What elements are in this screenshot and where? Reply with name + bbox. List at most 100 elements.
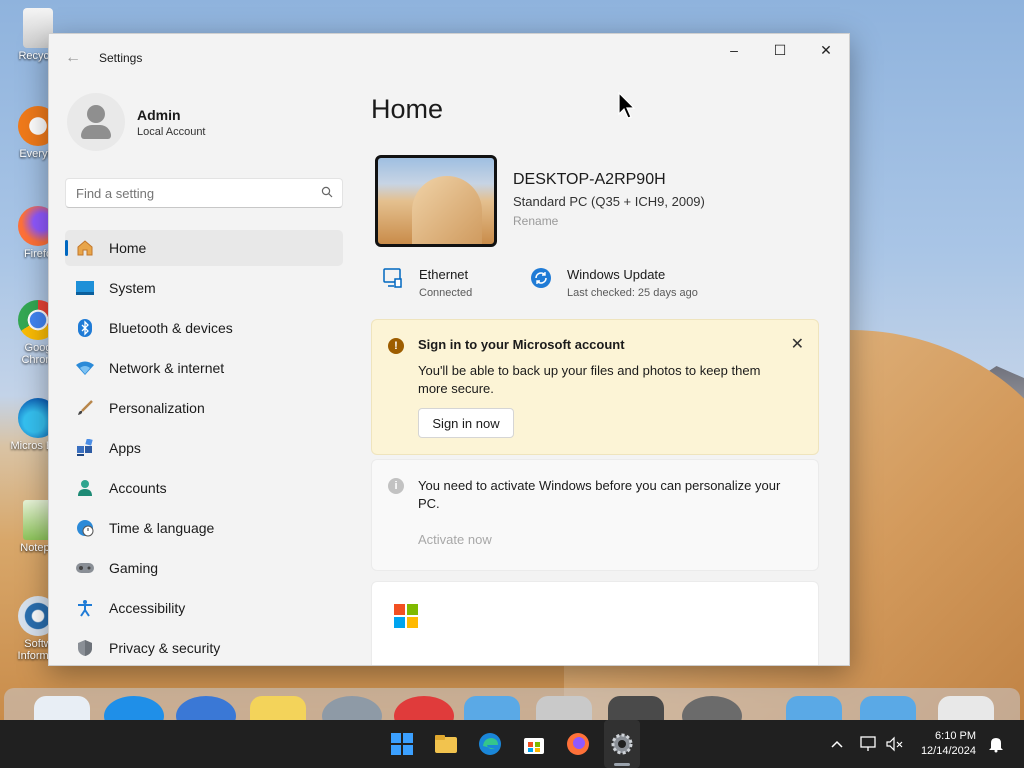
accounts-icon xyxy=(75,478,95,498)
edge-icon[interactable] xyxy=(478,732,502,756)
close-button[interactable]: ✕ xyxy=(803,34,849,66)
clock-date: 12/14/2024 xyxy=(920,745,976,757)
activation-message: You need to activate Windows before you … xyxy=(418,478,781,511)
show-hidden-icons-button[interactable] xyxy=(830,720,844,768)
chevron-up-icon xyxy=(831,740,843,748)
main-content: Home DESKTOP-A2RP90H Standard PC (Q35 + … xyxy=(371,82,849,665)
brush-icon xyxy=(75,398,95,418)
sign-in-button[interactable]: Sign in now xyxy=(418,408,514,438)
disk-dock-icon[interactable] xyxy=(536,696,592,720)
avatar xyxy=(67,93,125,151)
mouse-cursor-icon xyxy=(618,92,636,119)
network-tray-icon[interactable] xyxy=(860,720,878,768)
sidebar: Admin Local Account Home System xyxy=(49,82,359,665)
firefox-icon[interactable] xyxy=(566,732,590,756)
rename-link[interactable]: Rename xyxy=(513,214,705,228)
device-model: Standard PC (Q35 + ICH9, 2009) xyxy=(513,194,705,209)
windows-update-status[interactable]: Windows Update Last checked: 25 days ago xyxy=(529,267,749,299)
sidebar-item-label: Accessibility xyxy=(109,600,186,616)
sidebar-item-label: Privacy & security xyxy=(109,640,221,656)
dismiss-close-icon[interactable]: ✕ xyxy=(791,334,804,354)
ethernet-status[interactable]: Ethernet Connected xyxy=(381,267,529,299)
sidebar-item-label: Network & internet xyxy=(109,360,225,376)
clock-time: 6:10 PM xyxy=(935,730,976,742)
safari-dock-icon[interactable] xyxy=(176,696,236,720)
folder-dock-icon[interactable] xyxy=(464,696,520,720)
sidebar-item-time-language[interactable]: Time & language xyxy=(65,510,343,546)
sidebar-item-label: Time & language xyxy=(109,520,215,536)
sidebar-item-bluetooth[interactable]: Bluetooth & devices xyxy=(65,310,343,346)
sidebar-item-label: Gaming xyxy=(109,560,159,576)
sidebar-item-privacy-security[interactable]: Privacy & security xyxy=(65,630,343,665)
minimize-button[interactable]: – xyxy=(711,34,757,66)
sidebar-item-label: Personalization xyxy=(109,400,205,416)
search-icon[interactable] xyxy=(312,186,342,201)
start-windows-icon[interactable] xyxy=(390,732,414,756)
sidebar-item-label: Bluetooth & devices xyxy=(109,320,233,336)
windows-update-subtitle: Last checked: 25 days ago xyxy=(567,287,698,299)
file-explorer-icon[interactable] xyxy=(434,732,458,756)
ethernet-title: Ethernet xyxy=(419,267,469,282)
status-row: Ethernet Connected Windows Update Last c… xyxy=(381,267,849,299)
sidebar-item-accessibility[interactable]: Accessibility xyxy=(65,590,343,626)
power-dock-icon[interactable] xyxy=(682,696,742,720)
sidebar-item-label: Accounts xyxy=(109,480,167,496)
sidebar-item-network[interactable]: Network & internet xyxy=(65,350,343,386)
maximize-button[interactable]: ☐ xyxy=(757,34,803,66)
sidebar-item-personalization[interactable]: Personalization xyxy=(65,390,343,426)
bluetooth-icon xyxy=(75,318,95,338)
profile-name: Admin xyxy=(137,106,181,123)
shield-icon xyxy=(75,638,95,658)
notifications-bell-icon[interactable] xyxy=(988,720,1004,768)
signin-card-title: Sign in to your Microsoft account xyxy=(418,337,625,352)
globe-icon xyxy=(75,518,95,538)
sidebar-item-label: Home xyxy=(109,240,147,256)
finder-dock-icon[interactable] xyxy=(34,696,90,720)
sidebar-item-apps[interactable]: Apps xyxy=(65,430,343,466)
trash-dock-icon[interactable] xyxy=(938,696,994,720)
apps-icon xyxy=(75,438,95,458)
back-arrow-icon[interactable]: ← xyxy=(59,49,87,67)
microsoft-card xyxy=(371,581,819,665)
search-input[interactable] xyxy=(66,184,312,202)
taskbar-active-indicator xyxy=(614,763,630,766)
folder-dock-icon-3[interactable] xyxy=(860,696,916,720)
settings-dock-icon[interactable] xyxy=(608,696,664,720)
volume-muted-icon[interactable] xyxy=(886,720,904,768)
microsoft-logo-icon xyxy=(394,604,418,628)
sidebar-item-label: System xyxy=(109,280,156,296)
settings-window: ← Settings – ☐ ✕ Admin Local Account Fin… xyxy=(48,33,850,666)
ethernet-icon xyxy=(381,267,405,291)
device-name: DESKTOP-A2RP90H xyxy=(513,171,666,188)
folder-dock-icon-2[interactable] xyxy=(786,696,842,720)
sidebar-item-home[interactable]: Home xyxy=(65,230,343,266)
activate-now-link[interactable]: Activate now xyxy=(418,532,492,547)
window-controls: – ☐ ✕ xyxy=(711,34,849,66)
info-icon: i xyxy=(388,478,404,494)
system-clock[interactable]: 6:10 PM 12/14/2024 xyxy=(921,729,976,759)
activation-card: i You need to activate Windows before yo… xyxy=(371,459,819,571)
signin-card: ! Sign in to your Microsoft account You'… xyxy=(371,319,819,455)
desktop-wallpaper-thumbnail[interactable] xyxy=(375,155,497,247)
app-store-dock-icon[interactable] xyxy=(104,696,164,720)
system-icon xyxy=(75,278,95,298)
nav-list: Home System Bluetooth & devices Network … xyxy=(49,230,359,665)
launchpad-dock-icon[interactable] xyxy=(322,696,382,720)
window-title: Settings xyxy=(99,51,143,65)
gamepad-icon xyxy=(75,558,95,578)
sidebar-item-accounts[interactable]: Accounts xyxy=(65,470,343,506)
home-icon xyxy=(75,238,95,258)
sidebar-item-system[interactable]: System xyxy=(65,270,343,306)
search-box[interactable] xyxy=(65,178,343,208)
settings-gear-icon[interactable] xyxy=(610,732,634,756)
warning-icon: ! xyxy=(388,338,404,354)
store-icon[interactable] xyxy=(522,732,546,756)
windows-update-title: Windows Update xyxy=(567,267,666,282)
sidebar-item-gaming[interactable]: Gaming xyxy=(65,550,343,586)
music-dock-icon[interactable] xyxy=(394,696,454,720)
network-icon xyxy=(75,358,95,378)
profile-account-type: Local Account xyxy=(137,125,206,138)
ethernet-subtitle: Connected xyxy=(419,287,473,299)
profile-section[interactable]: Admin Local Account xyxy=(49,82,359,154)
notes-dock-icon[interactable] xyxy=(250,696,306,720)
